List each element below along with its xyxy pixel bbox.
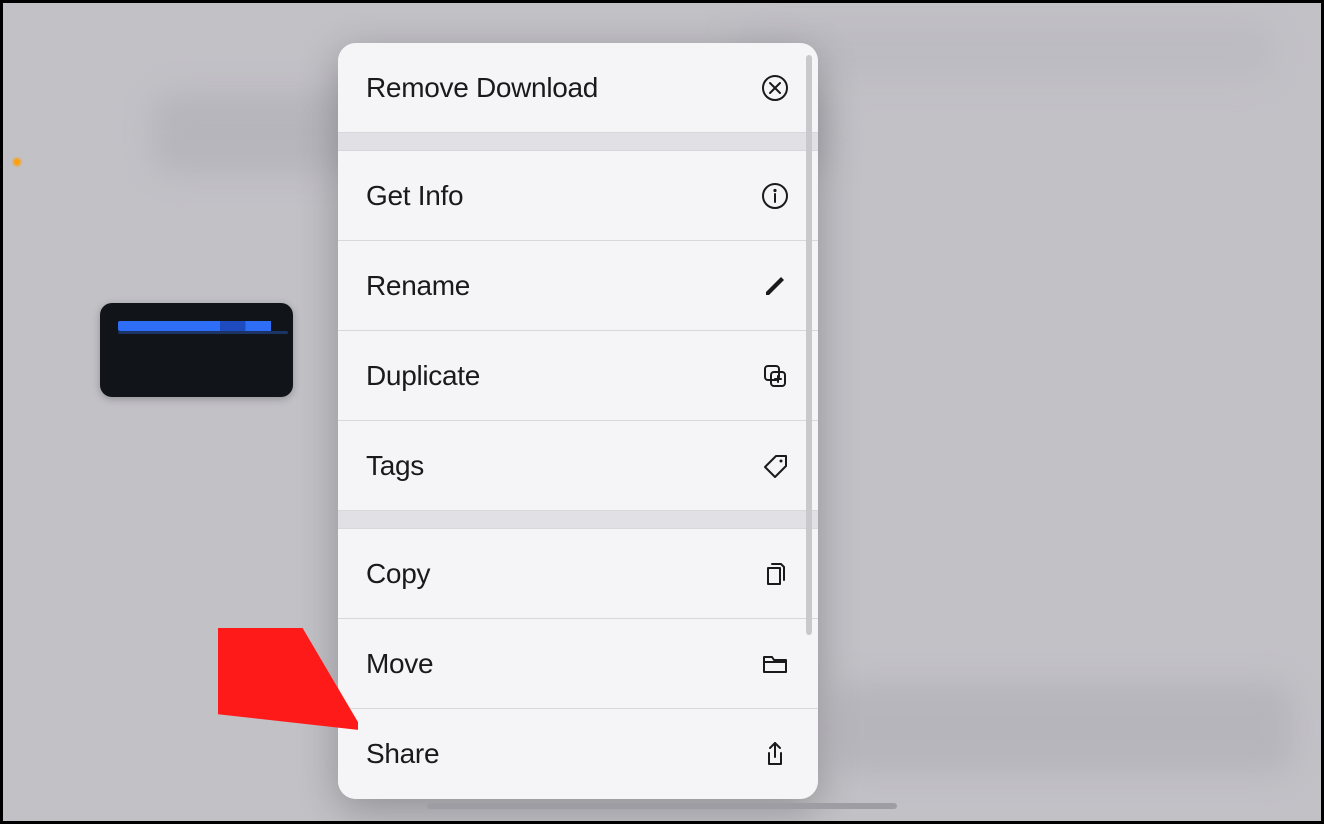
menu-separator	[338, 133, 818, 151]
menu-item-label: Remove Download	[366, 72, 598, 104]
folder-icon	[760, 649, 790, 679]
pencil-icon	[760, 271, 790, 301]
screenshot-frame: Remove Download Get Info Rename Duplicat…	[0, 0, 1324, 824]
orange-indicator-dot	[13, 158, 21, 166]
menu-item-get-info[interactable]: Get Info	[338, 151, 818, 241]
menu-item-label: Get Info	[366, 180, 463, 212]
audio-waveform	[118, 331, 288, 334]
audio-waveform	[118, 321, 288, 331]
info-icon	[760, 181, 790, 211]
annotation-arrow	[218, 628, 358, 738]
file-thumbnail[interactable]	[100, 303, 293, 397]
share-icon	[760, 739, 790, 769]
menu-item-label: Share	[366, 738, 439, 770]
menu-item-copy[interactable]: Copy	[338, 529, 818, 619]
menu-item-remove-download[interactable]: Remove Download	[338, 43, 818, 133]
menu-item-share[interactable]: Share	[338, 709, 818, 799]
menu-item-duplicate[interactable]: Duplicate	[338, 331, 818, 421]
menu-item-label: Move	[366, 648, 433, 680]
copy-icon	[760, 559, 790, 589]
menu-item-move[interactable]: Move	[338, 619, 818, 709]
menu-item-label: Copy	[366, 558, 430, 590]
context-menu: Remove Download Get Info Rename Duplicat…	[338, 43, 818, 799]
menu-item-label: Rename	[366, 270, 470, 302]
menu-item-label: Duplicate	[366, 360, 480, 392]
duplicate-icon	[760, 361, 790, 391]
scrollbar[interactable]	[806, 55, 812, 635]
menu-separator	[338, 511, 818, 529]
menu-item-tags[interactable]: Tags	[338, 421, 818, 511]
menu-item-rename[interactable]: Rename	[338, 241, 818, 331]
remove-circle-icon	[760, 73, 790, 103]
menu-item-label: Tags	[366, 450, 424, 482]
home-indicator	[427, 803, 897, 809]
background-blur	[833, 683, 1293, 773]
tag-icon	[760, 451, 790, 481]
